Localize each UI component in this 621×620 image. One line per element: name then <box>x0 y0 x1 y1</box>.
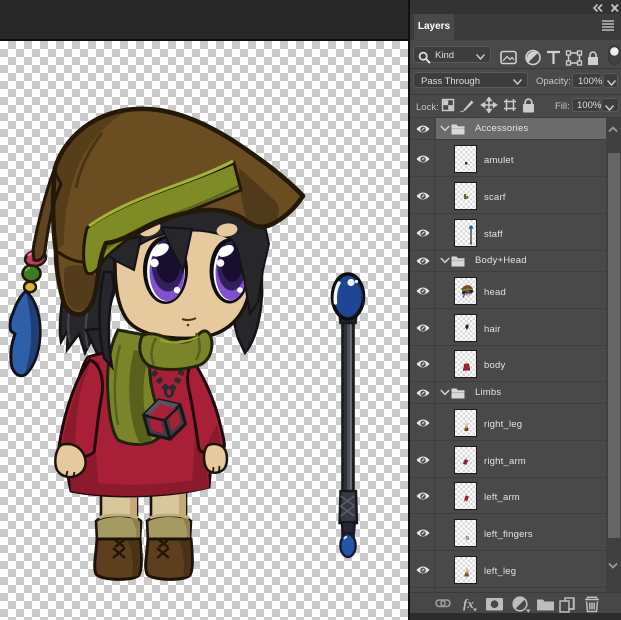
svg-text:fx: fx <box>463 596 474 611</box>
